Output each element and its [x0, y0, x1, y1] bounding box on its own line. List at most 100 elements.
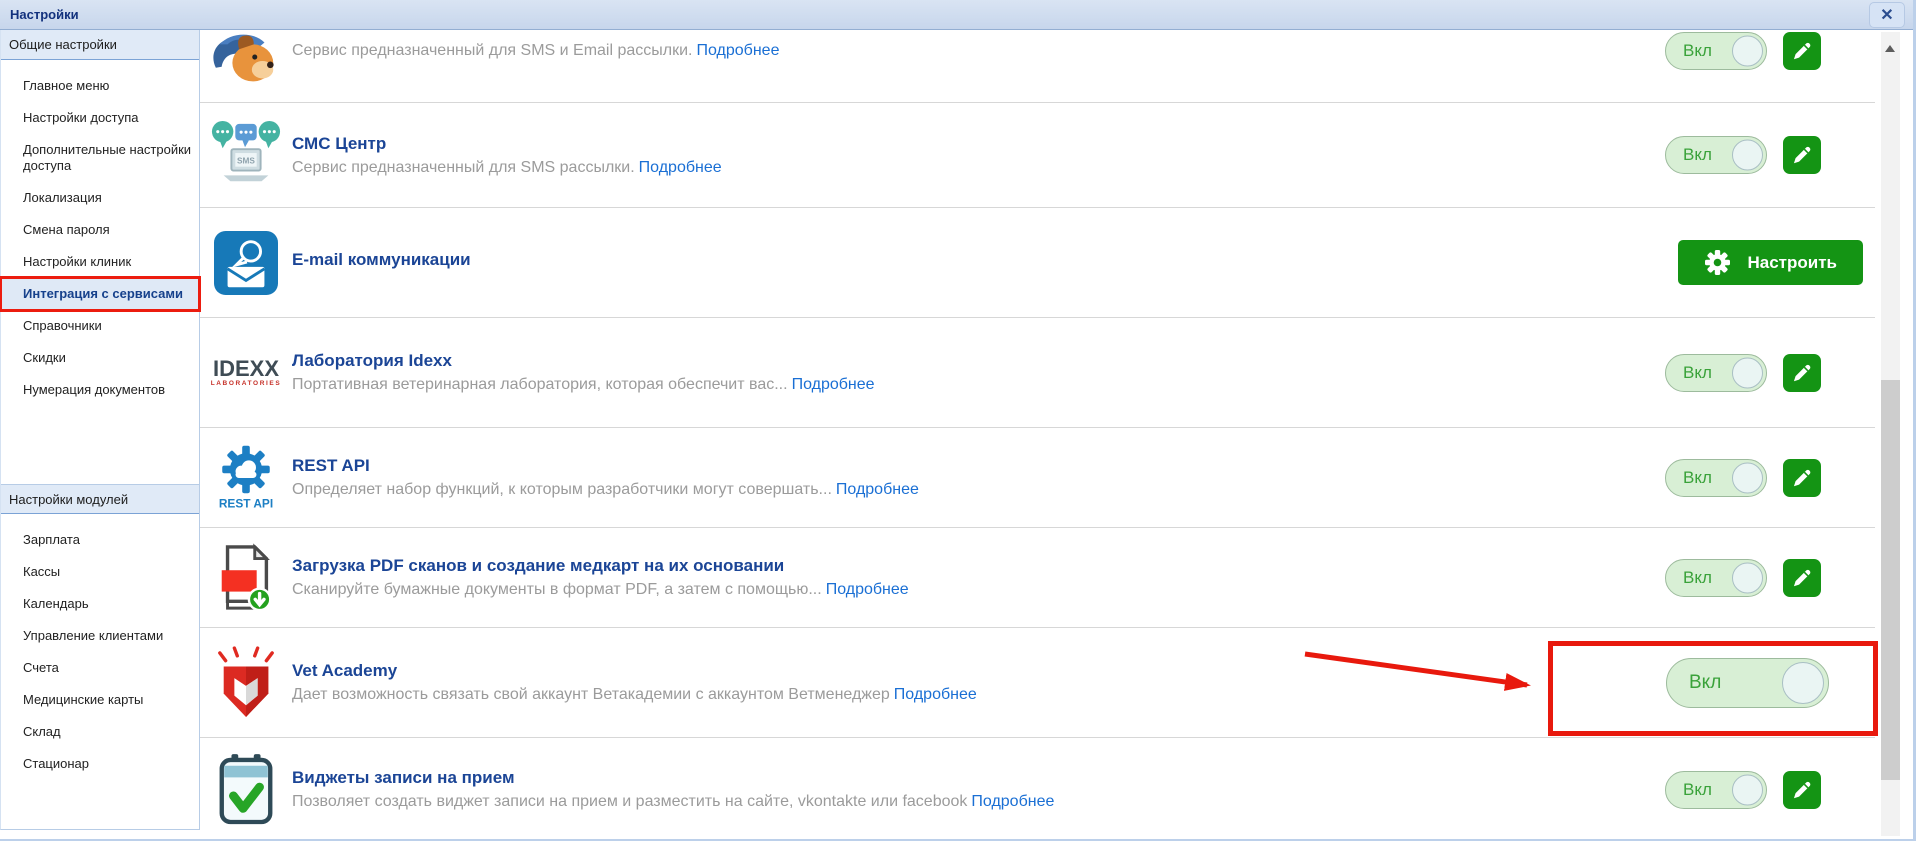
sidebar-item-directories[interactable]: Справочники — [1, 310, 199, 342]
service-description: Портативная ветеринарная лаборатория, ко… — [292, 376, 1665, 394]
toggle-on[interactable]: Вкл — [1666, 657, 1829, 708]
window-title: Настройки — [10, 7, 79, 22]
toggle-on[interactable]: Вкл — [1665, 558, 1767, 597]
service-controls: Вкл — [1666, 657, 1829, 708]
sidebar-item-clinic-settings[interactable]: Настройки клиник — [1, 246, 199, 278]
idexx-logo: IDEXX LABORATORIES — [210, 355, 282, 387]
sidebar-item-cash-registers[interactable]: Кассы — [1, 556, 199, 588]
sidebar-items: Главное меню Настройки доступа Дополните… — [0, 60, 201, 406]
svg-text:REST API: REST API — [219, 496, 273, 510]
service-description-text: Сканируйте бумажные документы в формат P… — [292, 581, 822, 598]
service-description: Сканируйте бумажные документы в формат P… — [292, 581, 1665, 599]
scroll-up-icon[interactable] — [1881, 32, 1900, 54]
sidebar-item-inpatient[interactable]: Стационар — [1, 748, 199, 780]
toggle-knob — [1732, 562, 1763, 593]
edit-button[interactable] — [1783, 458, 1821, 497]
sidebar-item-warehouse[interactable]: Склад — [1, 716, 199, 748]
service-description: Позволяет создать виджет записи на прием… — [292, 793, 1665, 811]
toggle-label: Вкл — [1683, 467, 1712, 487]
toggle-on[interactable]: Вкл — [1665, 458, 1767, 497]
configure-button[interactable]: Настроить — [1678, 240, 1863, 285]
pencil-icon — [1793, 146, 1811, 164]
service-row-appointment-widgets: Виджеты записи на прием Позволяет создат… — [200, 738, 1875, 839]
configure-label: Настроить — [1747, 252, 1837, 272]
service-title: Vet Academy — [292, 661, 398, 680]
toggle-label: Вкл — [1689, 671, 1722, 693]
sidebar-item-additional-access-settings[interactable]: Дополнительные настройки доступа — [1, 134, 199, 182]
sidebar-item-change-password[interactable]: Смена пароля — [1, 214, 199, 246]
sidebar-item-invoices[interactable]: Счета — [1, 652, 199, 684]
sidebar-item-access-settings[interactable]: Настройки доступа — [1, 102, 199, 134]
service-description: Определяет набор функций, к которым разр… — [292, 481, 1665, 499]
toggle-label: Вкл — [1683, 567, 1712, 587]
service-row-idexx-laboratory: IDEXX LABORATORIES Лаборатория Idexx Порт… — [200, 318, 1875, 428]
service-controls: Вкл — [1665, 458, 1821, 497]
services-list: Сервис предназначенный для SMS и Email р… — [200, 30, 1875, 839]
service-title: REST API — [292, 456, 370, 475]
toggle-on[interactable]: Вкл — [1665, 136, 1767, 174]
pdf-upload-icon — [208, 542, 284, 613]
edit-button[interactable] — [1783, 136, 1821, 174]
sidebar-item-service-integration[interactable]: Интеграция с сервисами — [0, 276, 201, 312]
more-link[interactable]: Подробнее — [639, 159, 722, 176]
sidebar-items: Зарплата Кассы Календарь Управление клие… — [1, 514, 199, 780]
dog-mascot-icon — [208, 30, 284, 90]
service-controls: Вкл — [1665, 558, 1821, 597]
more-link[interactable]: Подробнее — [836, 481, 919, 498]
sidebar-item-medical-records[interactable]: Медицинские карты — [1, 684, 199, 716]
more-link[interactable]: Подробнее — [697, 42, 780, 59]
sidebar-item-client-management[interactable]: Управление клиентами — [1, 620, 199, 652]
titlebar: Настройки ✕ — [0, 0, 1913, 30]
service-description: Сервис предназначенный для SMS рассылки.… — [292, 159, 1665, 177]
toggle-on[interactable]: Вкл — [1665, 770, 1767, 809]
pencil-icon — [1793, 364, 1811, 381]
rest-api-icon: REST API — [208, 443, 284, 513]
settings-window: Настройки ✕ Общие настройки Главное меню… — [0, 0, 1916, 841]
svg-text:SMS: SMS — [237, 156, 255, 165]
sidebar-item-discounts[interactable]: Скидки — [1, 342, 199, 374]
sidebar-item-document-numbering[interactable]: Нумерация документов — [1, 374, 199, 406]
pencil-icon — [1793, 42, 1811, 60]
toggle-label: Вкл — [1683, 41, 1712, 60]
sms-center-icon: SMS — [208, 119, 284, 191]
sidebar-section-header: Настройки модулей — [1, 484, 199, 514]
sidebar-item-salary[interactable]: Зарплата — [1, 524, 199, 556]
more-link[interactable]: Подробнее — [894, 686, 977, 703]
toggle-on[interactable]: Вкл — [1665, 353, 1767, 392]
vet-academy-icon — [208, 645, 284, 721]
service-description-text: Сервис предназначенный для SMS и Email р… — [292, 42, 693, 59]
edit-button[interactable] — [1783, 558, 1821, 597]
close-button[interactable]: ✕ — [1869, 2, 1905, 28]
service-controls: Настроить — [1678, 240, 1863, 285]
edit-button[interactable] — [1783, 32, 1821, 70]
more-link[interactable]: Подробнее — [971, 793, 1054, 810]
toggle-on[interactable]: Вкл — [1665, 32, 1767, 70]
pencil-icon — [1793, 781, 1811, 798]
sidebar-item-main-menu[interactable]: Главное меню — [1, 70, 199, 102]
sidebar-item-calendar[interactable]: Календарь — [1, 588, 199, 620]
sidebar-section: Настройки модулей Зарплата Кассы Календа… — [1, 484, 199, 780]
edit-button[interactable] — [1783, 770, 1821, 809]
settings-body: Общие настройки Главное меню Настройки д… — [0, 30, 1913, 839]
sidebar-item-localization[interactable]: Локализация — [1, 182, 199, 214]
scrollbar-thumb[interactable] — [1881, 380, 1900, 780]
service-description: Дает возможность связать свой аккаунт Ве… — [292, 686, 1666, 704]
sidebar-section-header: Общие настройки — [1, 30, 199, 60]
scrollbar[interactable] — [1881, 32, 1900, 836]
pencil-icon — [1793, 469, 1811, 486]
toggle-label: Вкл — [1683, 779, 1712, 799]
service-row-sms-email-service: Сервис предназначенный для SMS и Email р… — [200, 30, 1875, 103]
service-title: E-mail коммуникации — [292, 250, 471, 269]
toggle-knob — [1732, 139, 1763, 171]
close-icon: ✕ — [1880, 7, 1894, 24]
more-link[interactable]: Подробнее — [826, 581, 909, 598]
edit-button[interactable] — [1783, 353, 1821, 392]
service-row-vet-academy: Vet Academy Дает возможность связать сво… — [200, 628, 1875, 738]
more-link[interactable]: Подробнее — [792, 376, 875, 393]
service-row-sms-center: SMS СМС Центр Сервис предназначенный для… — [200, 103, 1875, 208]
service-controls: Вкл — [1665, 136, 1821, 174]
service-title: Виджеты записи на прием — [292, 768, 515, 787]
service-controls: Вкл — [1665, 32, 1821, 70]
service-description-text: Портативная ветеринарная лаборатория, ко… — [292, 376, 788, 393]
toggle-label: Вкл — [1683, 362, 1712, 382]
